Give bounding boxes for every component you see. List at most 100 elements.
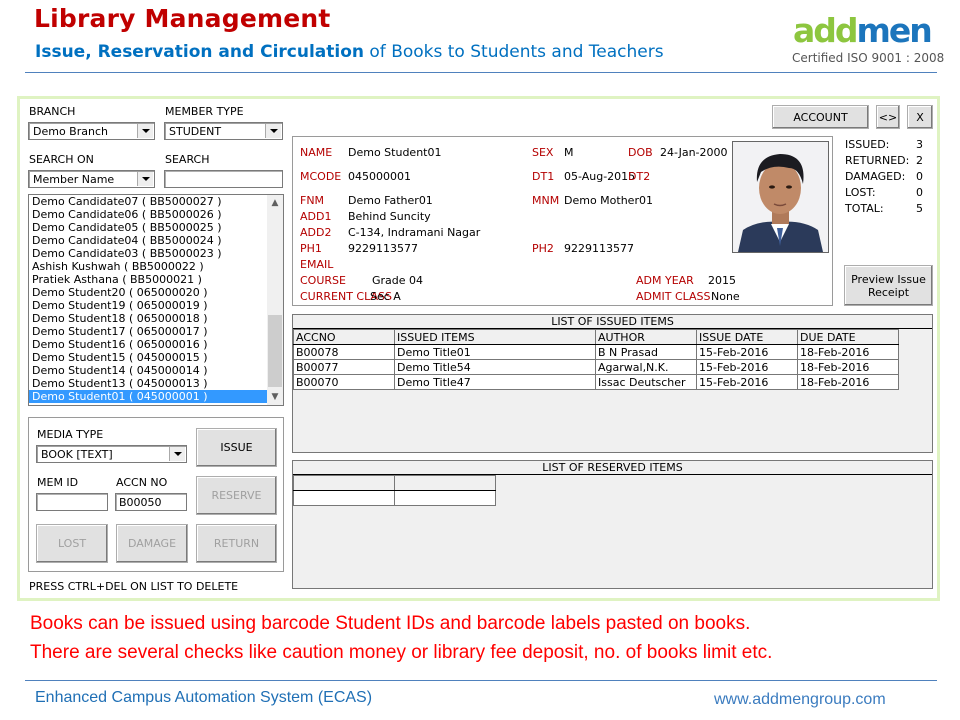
mcode-label: MCODE [300,170,342,183]
stat-value: 0 [916,170,923,183]
member-list-item[interactable]: Demo Student15 ( 045000015 ) [29,351,283,364]
media-type-value: BOOK [TEXT] [41,448,113,461]
ph2-label: PH2 [532,242,554,255]
table-cell: 18-Feb-2016 [797,359,899,375]
member-list-item[interactable]: Demo Candidate04 ( BB5000024 ) [29,234,283,247]
issue-button[interactable]: ISSUE [196,428,277,467]
name-label: NAME [300,146,333,159]
search-on-value: Member Name [33,173,115,186]
logo-part-men: men [856,11,933,50]
table-cell: 18-Feb-2016 [797,344,899,360]
table-cell: Demo Title47 [394,374,596,390]
adm-year-label: ADM YEAR [636,274,694,287]
fnm-value: Demo Father01 [348,194,433,207]
page-subtitle: Issue, Reservation and Circulation of Bo… [35,42,664,62]
issued-items-grid[interactable]: LIST OF ISSUED ITEMS ACCNO ISSUED ITEMS AU… [292,314,933,453]
footer-divider [25,680,937,681]
lost-button[interactable]: LOST [36,524,108,563]
member-list-item[interactable]: Demo Student20 ( 065000020 ) [29,286,283,299]
sex-label: SEX [532,146,554,159]
issued-col-header[interactable]: ACCNO [293,329,395,345]
reserved-items-grid[interactable]: LIST OF RESERVED ITEMS [292,460,933,589]
table-row[interactable]: B00078 Demo Title01 B N Prasad 15-Feb-2016 1… [293,344,899,360]
table-row[interactable]: B00077 Demo Title54 Agarwal,N.K. 15-Feb-201… [293,359,899,375]
member-list-item[interactable]: Demo Student01 ( 045000001 ) [29,390,283,403]
fnm-label: FNM [300,194,325,207]
member-list-item[interactable]: Ashish Kushwah ( BB5000022 ) [29,260,283,273]
issued-col-header[interactable]: AUTHOR [595,329,697,345]
member-list-item[interactable]: Demo Student13 ( 045000013 ) [29,377,283,390]
chevron-down-icon[interactable] [265,124,281,138]
mem-id-input[interactable] [36,493,108,511]
member-type-select[interactable]: STUDENT [164,122,283,140]
table-cell: 15-Feb-2016 [696,344,798,360]
member-list-item[interactable]: Demo Candidate05 ( BB5000025 ) [29,221,283,234]
media-type-select[interactable]: BOOK [TEXT] [36,445,187,463]
adm-year-value: 2015 [708,274,736,287]
ph1-value: 9229113577 [348,242,418,255]
branch-select[interactable]: Demo Branch [28,122,155,140]
table-cell: B00078 [293,344,395,360]
reserved-items-table [293,475,496,506]
chevron-down-icon[interactable] [137,172,153,186]
add1-value: Behind Suncity [348,210,431,223]
close-button[interactable]: X [907,105,933,129]
ph1-label: PH1 [300,242,322,255]
note-line-1: Books can be issued using barcode Studen… [30,613,751,634]
issued-col-header[interactable]: ISSUE DATE [696,329,798,345]
member-list-item[interactable]: Demo Student19 ( 065000019 ) [29,299,283,312]
member-list-item[interactable]: Pratiek Asthana ( BB5000021 ) [29,273,283,286]
email-label: EMAIL [300,258,334,271]
add2-label: ADD2 [300,226,332,239]
table-cell [293,490,395,506]
chevron-down-icon[interactable] [169,447,185,461]
return-button[interactable]: RETURN [196,524,277,563]
accn-no-label: ACCN NO [116,476,168,489]
issued-col-header[interactable]: ISSUED ITEMS [394,329,596,345]
footer-website-link[interactable]: www.addmengroup.com [714,691,886,709]
current-class-value: Sec A [370,290,401,303]
accn-no-input[interactable]: B00050 [115,493,187,511]
stat-label: TOTAL: [845,202,884,215]
search-input[interactable] [164,170,283,188]
addmen-logo: addmen [793,11,933,50]
scroll-thumb[interactable] [268,315,282,387]
dt1-label: DT1 [532,170,555,183]
dt1-value: 05-Aug-2015 [564,170,636,183]
search-on-select[interactable]: Member Name [28,170,155,188]
subtitle-rest: of Books to Students and Teachers [364,42,664,62]
member-type-label: MEMBER TYPE [165,105,244,118]
reserved-items-title: LIST OF RESERVED ITEMS [293,461,932,475]
branch-value: Demo Branch [33,125,108,138]
member-list-item[interactable]: Demo Student17 ( 065000017 ) [29,325,283,338]
damage-button[interactable]: DAMAGE [116,524,188,563]
dt2-label: DT2 [628,170,651,183]
table-cell: 15-Feb-2016 [696,374,798,390]
stat-label: LOST: [845,186,876,199]
table-cell: 18-Feb-2016 [797,374,899,390]
preview-issue-receipt-button[interactable]: Preview Issue Receipt [844,265,933,306]
member-list-item[interactable]: Demo Candidate03 ( BB5000023 ) [29,247,283,260]
member-list-item[interactable]: Demo Candidate07 ( BB5000027 ) [29,195,283,208]
chevron-down-icon[interactable] [137,124,153,138]
delete-hint: PRESS CTRL+DEL ON LIST TO DELETE [29,580,239,593]
member-photo [732,141,829,253]
scroll-down-icon[interactable]: ▼ [267,389,283,405]
member-list-scrollbar[interactable]: ▲ ▼ [267,195,283,405]
member-list-item[interactable]: Demo Student18 ( 065000018 ) [29,312,283,325]
table-cell: 15-Feb-2016 [696,359,798,375]
table-row[interactable]: B00070 Demo Title47 Issac Deutscher 15-Feb-… [293,374,899,390]
member-list-item[interactable]: Demo Student14 ( 045000014 ) [29,364,283,377]
table-cell: Demo Title01 [394,344,596,360]
member-list-item[interactable]: Demo Student16 ( 065000016 ) [29,338,283,351]
toggle-button[interactable]: <> [876,105,900,129]
member-list-item[interactable]: Demo Candidate06 ( BB5000026 ) [29,208,283,221]
reserve-button[interactable]: RESERVE [196,476,277,515]
scroll-up-icon[interactable]: ▲ [267,195,283,211]
member-list[interactable]: Demo Candidate07 ( BB5000027 ) Demo Candi… [28,194,284,406]
issued-col-header[interactable]: DUE DATE [797,329,899,345]
table-cell [394,490,496,506]
account-button[interactable]: ACCOUNT [772,105,869,129]
table-row[interactable] [293,490,496,506]
stat-label: DAMAGED: [845,170,906,183]
